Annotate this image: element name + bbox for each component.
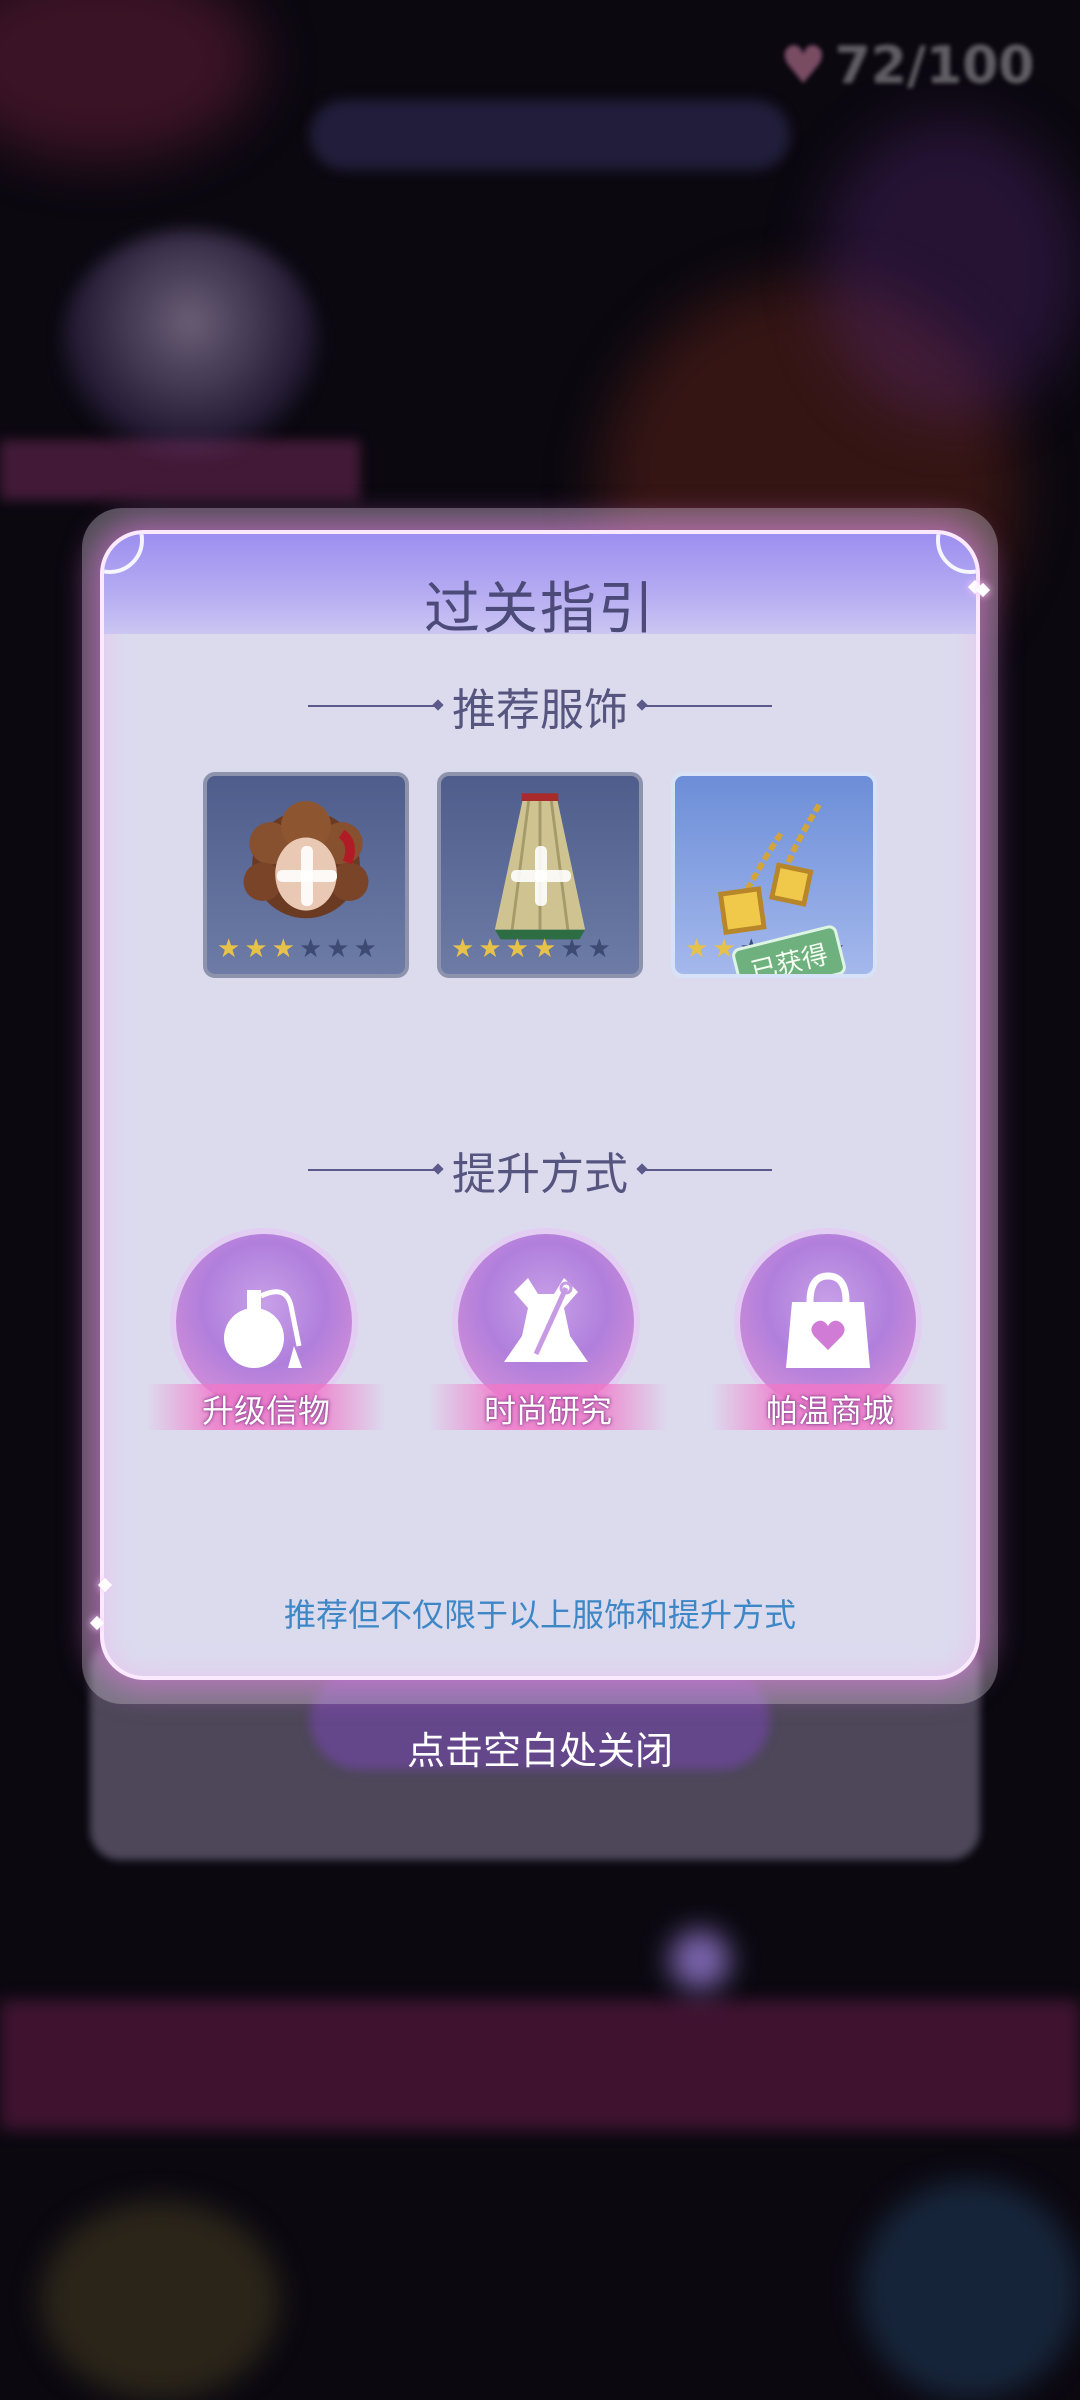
method-upgrade-token[interactable]: 升级信物 (146, 1234, 386, 1434)
section-title: 推荐服饰 (452, 685, 628, 736)
perfume-icon (224, 1289, 302, 1368)
star-icon: ★ (685, 934, 709, 964)
divider (308, 1169, 438, 1171)
bg-circle (670, 1930, 730, 1990)
method-label: 升级信物 (201, 1392, 330, 1430)
bg-circle (40, 2200, 280, 2400)
method-fashion-research[interactable]: 时尚研究 (428, 1234, 668, 1434)
star-icon: ★ (217, 934, 241, 964)
divider (642, 705, 772, 707)
star-icon: ★ (298, 934, 323, 964)
bg-bar (0, 2000, 1080, 2130)
bg-circle (860, 2180, 1080, 2400)
bg-pill (310, 100, 790, 170)
section-heading-methods: 提升方式 (104, 1138, 976, 1202)
item-card-skirt[interactable]: ★ ★ ★ ★ ★ ★ (437, 772, 643, 978)
star-icon: ★ (326, 934, 350, 964)
improvement-methods: 升级信物 时尚研究 帕温商城 (104, 1234, 976, 1444)
heart-counter: ♥ 72/100 (780, 36, 1035, 96)
item-card-hair[interactable]: ★ ★ ★ ★ ★ ★ (203, 772, 409, 978)
star-icon: ★ (271, 934, 295, 964)
star-rating: ★★★★★★ (451, 936, 611, 962)
star-icon: ★ (505, 934, 529, 964)
method-shop[interactable]: 帕温商城 (710, 1234, 950, 1434)
dialog-title: 过关指引 (424, 577, 656, 642)
bg-banner (0, 440, 360, 500)
recommended-items: ★★★★★★ ★★★★★★ ★★★★★ (104, 772, 976, 978)
section-heading-recommended: 推荐服饰 (104, 674, 976, 738)
star-icon: ★ (587, 934, 611, 964)
dress-needle-icon (504, 1278, 588, 1362)
bg-glow (0, 0, 260, 160)
guide-dialog: 过关指引 推荐服饰 ★ ★ ★ ★ ★ ★ ★ ★ ★ ★ ★ ★ ★ ★ 已获… (100, 530, 980, 1680)
method-label: 时尚研究 (483, 1392, 612, 1430)
divider (642, 1169, 772, 1171)
star-icon: ★ (353, 934, 377, 964)
add-icon (511, 846, 571, 906)
method-label: 帕温商城 (765, 1392, 894, 1430)
recommendation-note: 推荐但不仅限于以上服饰和提升方式 (283, 1596, 796, 1634)
star-icon: ★ (532, 934, 557, 964)
bg-avatar (60, 230, 320, 460)
add-icon (277, 846, 337, 906)
close-hint[interactable]: 点击空白处关闭 (0, 1720, 1080, 1775)
heart-icon: ♥ (780, 36, 827, 96)
star-icon: ★ (451, 934, 475, 964)
divider (308, 705, 438, 707)
heart-count: 72/100 (834, 36, 1035, 96)
star-icon: ★ (560, 934, 584, 964)
star-icon: ★ (244, 934, 268, 964)
bg-glow (820, 120, 1080, 420)
section-title: 提升方式 (452, 1149, 628, 1200)
star-icon: ★ (478, 934, 502, 964)
item-card-earrings[interactable]: ★★★★★★ 已获得 (671, 772, 877, 978)
shopping-bag-icon (786, 1272, 870, 1368)
star-rating: ★★★★★★ (217, 936, 377, 962)
